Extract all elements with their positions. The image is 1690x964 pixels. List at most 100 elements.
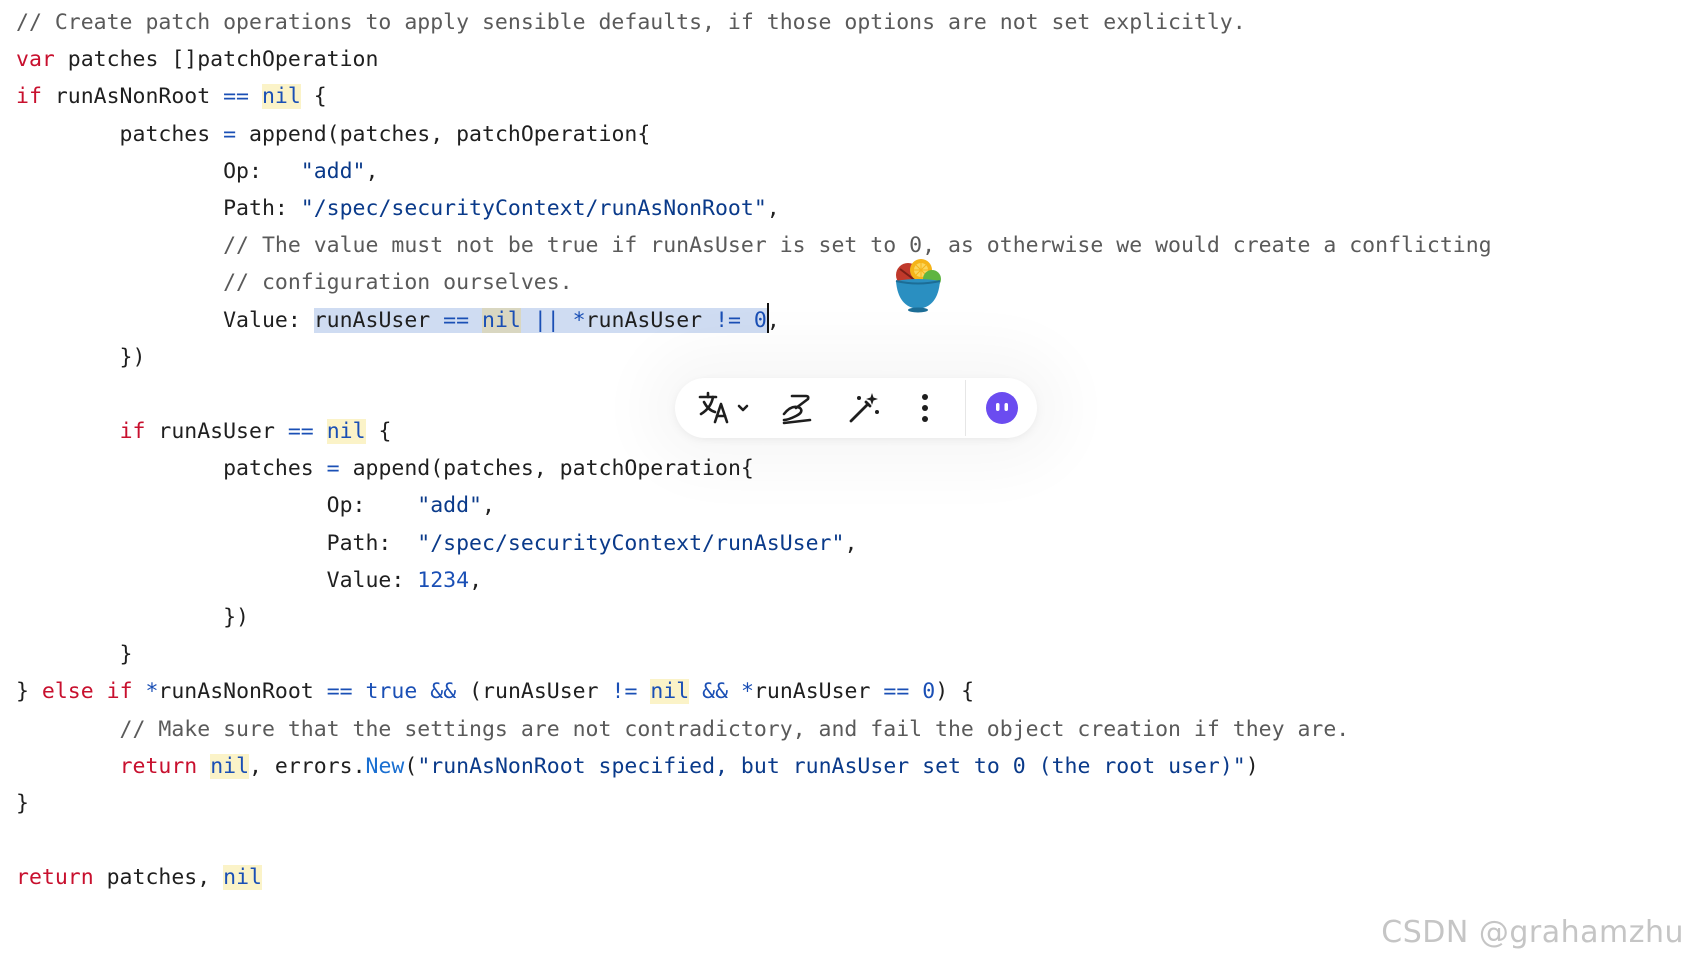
code-token: { bbox=[365, 419, 392, 445]
string-token: "/spec/securityContext/runAsNonRoot" bbox=[300, 195, 767, 221]
code-token: (runAsUser bbox=[456, 679, 612, 705]
code-token: = bbox=[223, 121, 237, 147]
keyword-token: return bbox=[16, 865, 94, 891]
code-line: // The value must not be true if runAsUs… bbox=[16, 227, 1492, 264]
more-options-button[interactable] bbox=[905, 386, 945, 430]
code-token: , errors. bbox=[249, 753, 366, 779]
keyword-token: if bbox=[16, 84, 42, 110]
comment-token: // configuration ourselves. bbox=[16, 270, 573, 296]
code-line: // Create patch operations to apply sens… bbox=[16, 4, 1492, 41]
comment-token: // Make sure that the settings are not c… bbox=[16, 716, 1350, 742]
code-line: Op: "add", bbox=[16, 153, 1492, 190]
fruit-bowl-icon bbox=[888, 255, 948, 315]
nil-token: nil bbox=[261, 84, 301, 110]
code-line: Path: "/spec/securityContext/runAsUser", bbox=[16, 525, 1492, 562]
code-token: Value: bbox=[16, 307, 314, 333]
code-line: var patches []patchOperation bbox=[16, 41, 1492, 78]
assistant-face-icon bbox=[984, 390, 1020, 426]
code-token: runAsUser bbox=[145, 419, 288, 445]
code-token: Value: bbox=[16, 567, 418, 593]
nil-token: nil bbox=[210, 753, 250, 779]
ai-magic-button[interactable] bbox=[837, 386, 891, 430]
code-token: Op: bbox=[16, 158, 301, 184]
code-line: if runAsNonRoot == nil { bbox=[16, 78, 1492, 115]
code-token: , bbox=[469, 567, 483, 593]
keyword-token: if bbox=[119, 419, 146, 445]
code-token: runAsNonRoot bbox=[41, 84, 224, 110]
comment-token: // Create patch operations to apply sens… bbox=[16, 10, 1246, 35]
code-token: runAsUser bbox=[753, 679, 884, 705]
code-token: , bbox=[482, 493, 495, 519]
string-token: "/spec/securityContext/runAsUser" bbox=[417, 530, 845, 556]
code-line: // configuration ourselves. bbox=[16, 264, 1492, 301]
text-selection: runAsUser == nil || *runAsUser != 0 bbox=[313, 307, 767, 333]
code-line: }) bbox=[16, 339, 1492, 376]
code-line: Path: "/spec/securityContext/runAsNonRoo… bbox=[16, 190, 1492, 227]
annotate-button[interactable] bbox=[769, 386, 823, 430]
code-line: patches = append(patches, patchOperation… bbox=[16, 116, 1492, 153]
code-token: append(patches, patchOperation{ bbox=[236, 121, 651, 147]
code-token: * bbox=[741, 679, 754, 705]
code-line: return patches, nil bbox=[16, 859, 1492, 896]
code-token: } bbox=[16, 790, 29, 816]
code-token: Path: bbox=[16, 195, 301, 221]
nil-token: nil bbox=[482, 307, 521, 333]
code-token: New bbox=[365, 753, 405, 779]
code-token: ) { bbox=[935, 679, 975, 705]
code-token: , bbox=[766, 195, 780, 221]
code-line: Value: 1234, bbox=[16, 562, 1492, 599]
code-token: } bbox=[16, 679, 42, 705]
code-token: * bbox=[145, 679, 159, 705]
translate-button[interactable] bbox=[689, 386, 759, 430]
code-token: patches bbox=[16, 456, 327, 482]
code-line: } bbox=[16, 785, 1492, 822]
code-line: } else if *runAsNonRoot == true && (runA… bbox=[16, 673, 1492, 710]
keyword-token: if bbox=[106, 679, 133, 705]
code-token: = bbox=[326, 456, 340, 482]
keyword-token: var bbox=[16, 47, 55, 73]
code-line: // Make sure that the settings are not c… bbox=[16, 711, 1492, 748]
nil-token: nil bbox=[650, 679, 690, 705]
code-token: , bbox=[365, 158, 379, 184]
code-line: patches = append(patches, patchOperation… bbox=[16, 450, 1492, 487]
code-token: 1234 bbox=[417, 567, 470, 593]
code-token: patches []patchOperation bbox=[54, 47, 379, 73]
code-token: ( bbox=[404, 753, 418, 779]
code-token: != bbox=[611, 679, 638, 705]
floating-toolbar bbox=[675, 378, 1037, 438]
code-token: && bbox=[430, 679, 457, 705]
keyword-token: else bbox=[41, 679, 94, 705]
code-token: || bbox=[533, 307, 560, 333]
string-token: "add" bbox=[300, 158, 366, 184]
code-token: Op: bbox=[16, 493, 418, 519]
code-editor[interactable]: // Create patch operations to apply sens… bbox=[16, 4, 1492, 897]
code-token: == bbox=[326, 679, 353, 705]
code-token: == bbox=[883, 679, 910, 705]
code-token: runAsNonRoot bbox=[158, 679, 327, 705]
assistant-button[interactable] bbox=[980, 386, 1024, 430]
code-line: }) bbox=[16, 599, 1492, 636]
code-token: Path: bbox=[16, 530, 418, 556]
code-token: , bbox=[766, 307, 780, 333]
code-token: runAsUser bbox=[313, 307, 444, 333]
code-token: == bbox=[443, 307, 470, 333]
code-line: Op: "add", bbox=[16, 487, 1492, 524]
code-token: } bbox=[16, 642, 133, 668]
comment-token: // The value must not be true if runAsUs… bbox=[16, 233, 1492, 259]
code-line: Value: runAsUser == nil || *runAsUser !=… bbox=[16, 302, 1492, 339]
code-token: patches bbox=[16, 121, 224, 147]
